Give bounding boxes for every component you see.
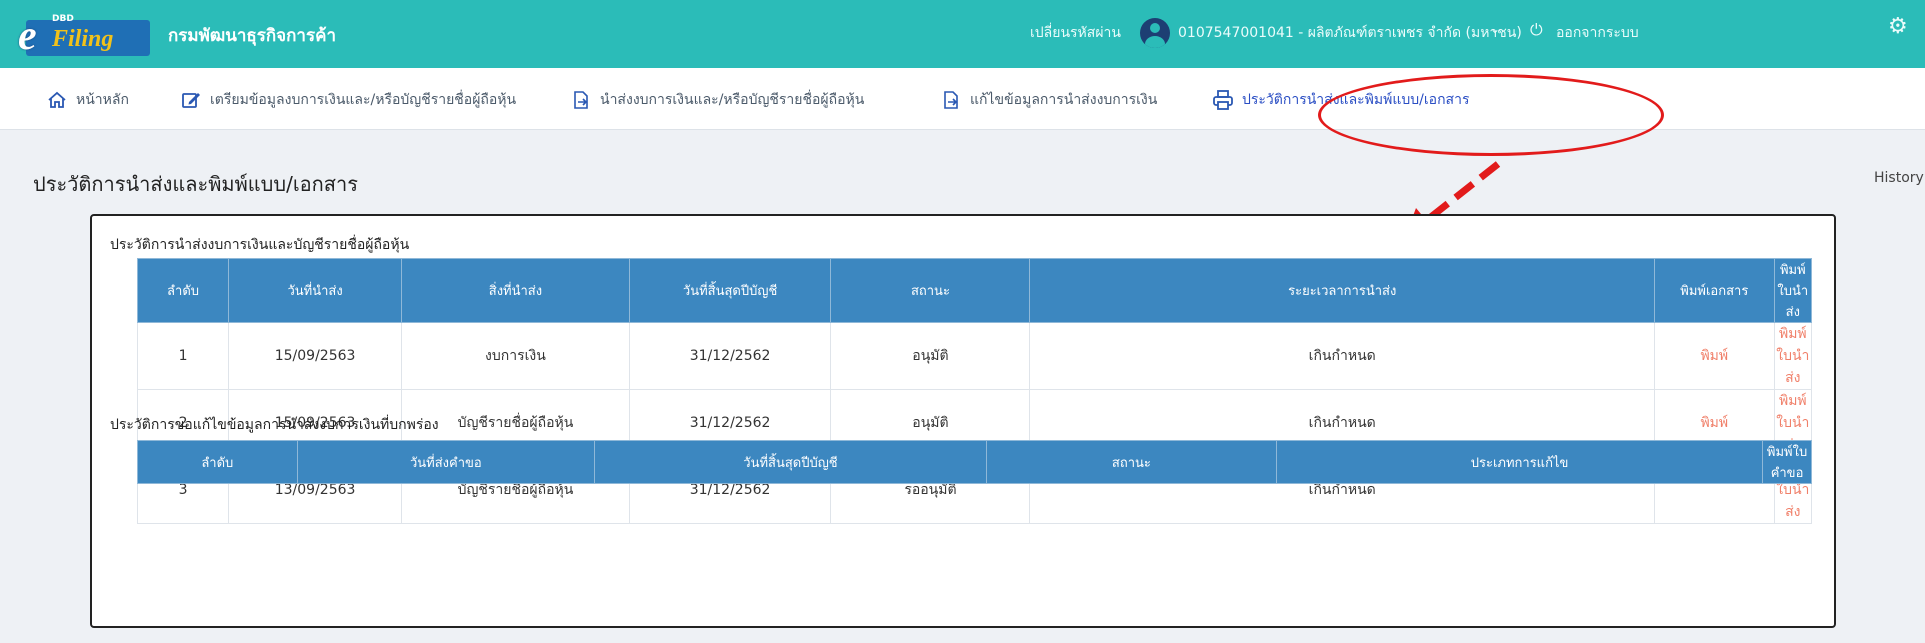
col-header: ลำดับ (136, 258, 230, 323)
submission-history-table: ลำดับ วันที่นำส่ง สิ่งที่นำส่ง วันที่สิ้… (136, 258, 1813, 524)
cell-fiscal-end: 31/12/2562 (628, 322, 832, 390)
col-header: สถานะ (830, 258, 1031, 323)
col-header: ประเภทการแก้ไข (1276, 440, 1764, 484)
col-header: ลำดับ (137, 440, 298, 484)
logout-link[interactable]: ออกจากระบบ (1556, 22, 1639, 44)
nav-home-label: หน้าหลัก (76, 92, 129, 108)
annotation-ellipse (1318, 74, 1664, 156)
top-bar: e DBD Filing กรมพัฒนาธุรกิจการค้า เปลี่ย… (0, 0, 1925, 68)
user-avatar-icon[interactable] (1140, 18, 1170, 48)
document-export-icon (570, 89, 592, 111)
nav-home[interactable]: หน้าหลัก (46, 88, 129, 112)
logo-e: e (18, 13, 37, 59)
print-slip-link[interactable]: พิมพ์ใบนำส่ง (1773, 322, 1813, 390)
cell-period: เกินกำหนด (1029, 322, 1655, 390)
gear-icon[interactable]: ⚙ (1888, 14, 1908, 39)
nav-edit[interactable]: แก้ไขข้อมูลการนำส่งงบการเงิน (940, 88, 1157, 112)
col-header: ระยะเวลาการนำส่ง (1029, 258, 1655, 323)
cell-date: 15/09/2563 (228, 322, 403, 390)
col-header: วันที่สิ้นสุดปีบัญชี (594, 440, 987, 484)
col-header: วันที่นำส่ง (228, 258, 403, 323)
col-header: พิมพ์ใบคำขอ (1762, 440, 1812, 484)
cell-status: อนุมัติ (830, 322, 1031, 390)
brand-title: กรมพัฒนาธุรกิจการค้า (168, 26, 337, 46)
logo-dbd: DBD (52, 14, 74, 24)
nav-edit-label: แก้ไขข้อมูลการนำส่งงบการเงิน (970, 92, 1158, 108)
col-header: สิ่งที่นำส่ง (401, 258, 630, 323)
breadcrumb: History (1874, 170, 1924, 186)
correction-history-title: ประวัติการขอแก้ไขข้อมูลการนำส่งงบการเงิน… (110, 417, 439, 433)
user-account-name[interactable]: 0107547001041 - ผลิตภัณฑ์ตราเพชร จำกัด (… (1178, 22, 1522, 44)
table-header-row: ลำดับ วันที่นำส่ง สิ่งที่นำส่ง วันที่สิ้… (136, 258, 1813, 323)
page-title: ประวัติการนำส่งและพิมพ์แบบ/เอกสาร (33, 172, 358, 196)
submission-history-title: ประวัติการนำส่งงบการเงินและบัญชีรายชื่อผ… (110, 237, 410, 253)
nav-prepare-label: เตรียมข้อมูลงบการเงินและ/หรือบัญชีรายชื่… (210, 92, 517, 108)
cell-no: 1 (136, 322, 230, 390)
home-icon (46, 89, 68, 111)
change-password-link[interactable]: เปลี่ยนรหัสผ่าน (1030, 22, 1121, 44)
nav-submit-label: นำส่งงบการเงินและ/หรือบัญชีรายชื่อผู้ถือ… (600, 92, 865, 108)
col-header: พิมพ์ใบนำส่ง (1773, 258, 1813, 323)
edit-icon (180, 89, 202, 111)
correction-history-table: ลำดับ วันที่ส่งคำขอ วันที่สิ้นสุดปีบัญชี… (137, 440, 1812, 484)
table-header-row: ลำดับ วันที่ส่งคำขอ วันที่สิ้นสุดปีบัญชี… (137, 440, 1812, 484)
col-header: วันที่สิ้นสุดปีบัญชี (628, 258, 832, 323)
chevron-down-icon[interactable]: ⌄ (1490, 22, 1500, 36)
col-header: พิมพ์เอกสาร (1653, 258, 1775, 323)
document-edit-icon (940, 89, 962, 111)
cell-item: งบการเงิน (401, 322, 630, 390)
col-header: สถานะ (985, 440, 1278, 484)
efiling-logo[interactable]: e DBD Filing (18, 13, 150, 59)
nav-prepare[interactable]: เตรียมข้อมูลงบการเงินและ/หรือบัญชีรายชื่… (180, 88, 516, 112)
power-icon[interactable]: ⏻ (1530, 20, 1543, 40)
nav-submit[interactable]: นำส่งงบการเงินและ/หรือบัญชีรายชื่อผู้ถือ… (570, 88, 864, 112)
print-doc-link[interactable]: พิมพ์ (1653, 322, 1775, 390)
printer-icon (1212, 89, 1234, 111)
logo-filing: Filing (52, 26, 114, 52)
table-row: 1 15/09/2563 งบการเงิน 31/12/2562 อนุมัต… (136, 322, 1813, 390)
col-header: วันที่ส่งคำขอ (296, 440, 596, 484)
